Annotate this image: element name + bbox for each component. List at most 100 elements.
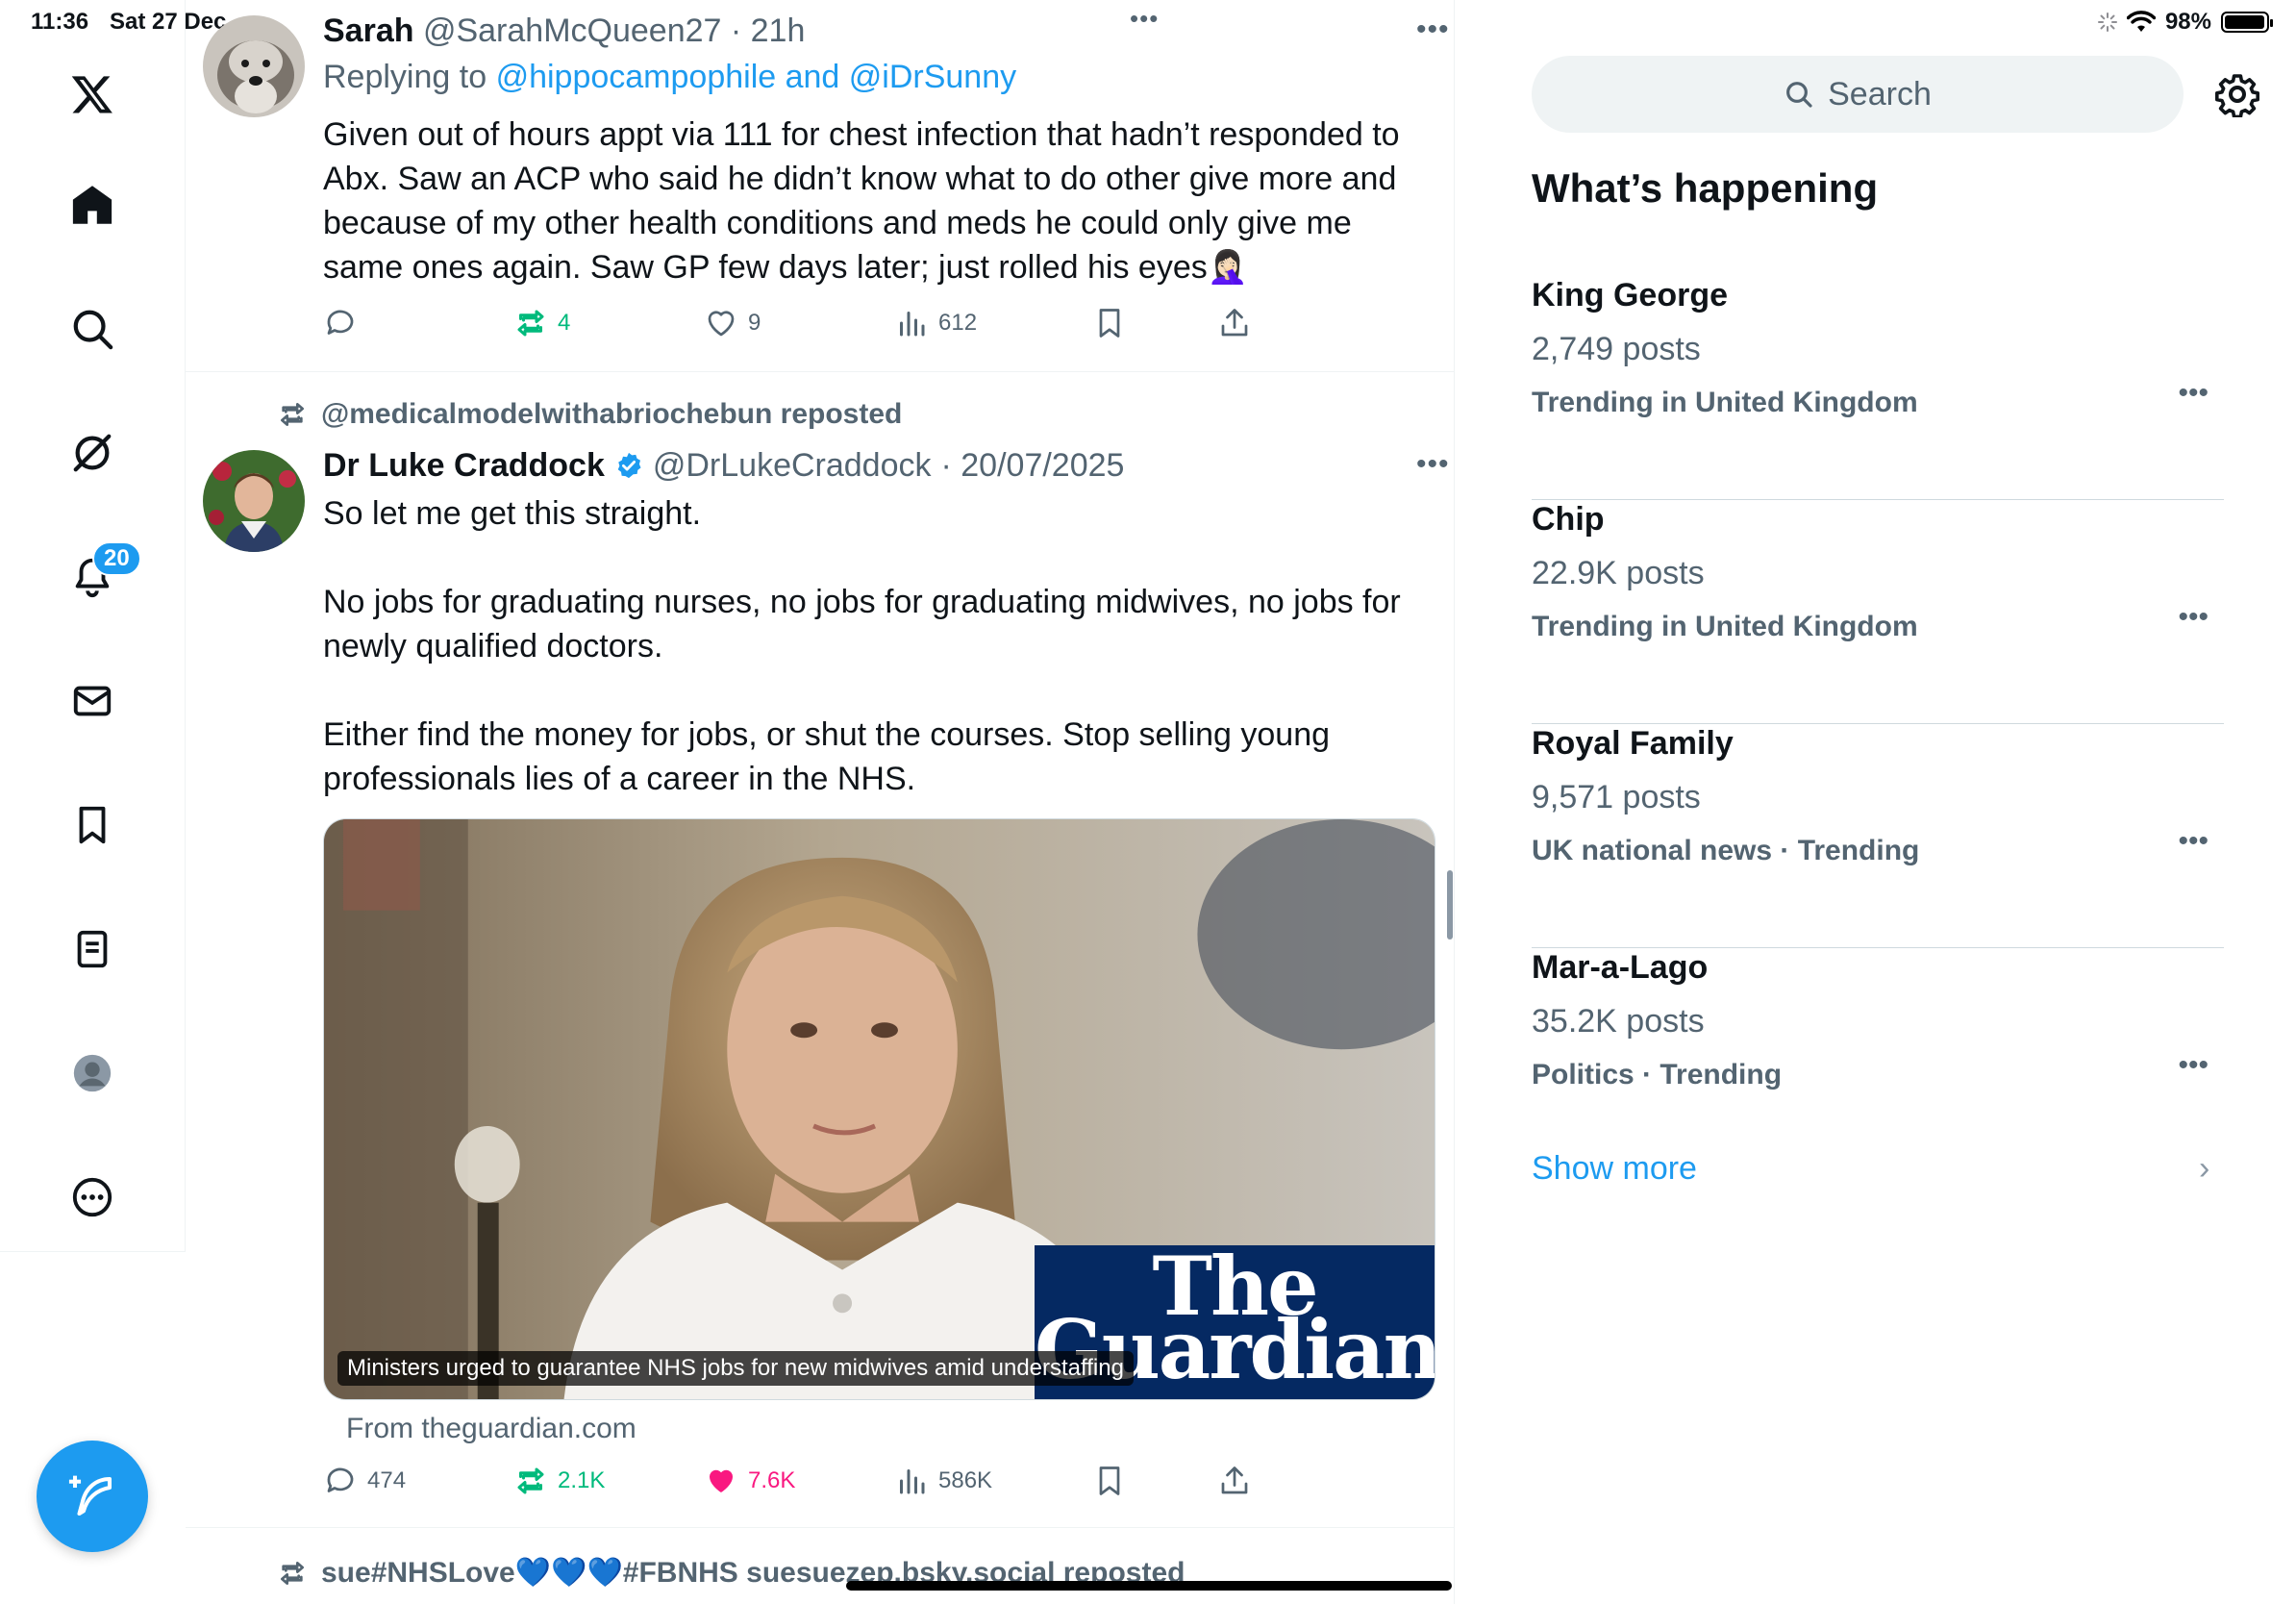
compose-feather-icon xyxy=(68,1475,112,1516)
like-count: 9 xyxy=(748,310,761,336)
trend-context: Trending in United Kingdom xyxy=(1532,611,1918,642)
card-headline: Ministers urged to guarantee NHS jobs fo… xyxy=(337,1351,1134,1386)
x-logo-icon[interactable] xyxy=(62,63,123,125)
replying-to-line: Replying to @hippocampophile and @iDrSun… xyxy=(323,56,1016,98)
repost-icon xyxy=(517,1467,544,1494)
views-chart-icon xyxy=(900,312,925,337)
bookmark-button[interactable] xyxy=(1092,1464,1127,1498)
trend-context: Trending in United Kingdom xyxy=(1532,387,1918,418)
repost-count: 2.1K xyxy=(558,1467,606,1493)
like-button[interactable]: 9 xyxy=(704,306,761,340)
reposted-by-text[interactable]: @medicalmodelwithabriochebun reposted xyxy=(321,398,902,431)
views-button[interactable]: 586K xyxy=(894,1464,992,1498)
like-button[interactable]: 7.6K xyxy=(704,1464,795,1498)
timeline-feed: ••• Sarah @SarahMcQueen27 · 21h ••• Repl… xyxy=(186,0,1455,1604)
trend-more-menu[interactable]: ••• xyxy=(2178,825,2209,858)
grok-icon[interactable] xyxy=(62,422,123,484)
author-name[interactable]: Sarah xyxy=(323,13,414,49)
bookmark-icon xyxy=(1099,309,1120,338)
tweet-more-menu[interactable]: ••• xyxy=(1416,448,1450,481)
home-indicator[interactable] xyxy=(846,1581,1452,1591)
trend-item[interactable]: King George 2,749 posts Trending in Unit… xyxy=(1532,277,2224,500)
search-placeholder: Search xyxy=(1828,75,1932,113)
tweet-divider xyxy=(186,371,1455,372)
show-more-link[interactable]: Show more xyxy=(1532,1150,1697,1188)
share-button[interactable] xyxy=(1217,1464,1252,1498)
trend-name: Royal Family xyxy=(1532,725,1734,762)
tweet-body: Given out of hours appt via 111 for ches… xyxy=(323,116,1400,286)
bookmarks-icon[interactable] xyxy=(62,794,123,856)
feed-scrollbar[interactable] xyxy=(1447,870,1453,940)
envelope-svg xyxy=(73,686,112,716)
search-icon xyxy=(1786,82,1812,108)
tweet-divider xyxy=(186,1527,1455,1528)
trend-more-menu[interactable]: ••• xyxy=(2178,1049,2209,1082)
dog-avatar-image xyxy=(203,15,305,117)
author-handle[interactable]: @DrLukeCraddock xyxy=(653,444,932,487)
trend-item[interactable]: Mar-a-Lago 35.2K posts Politics · Trendi… xyxy=(1532,949,2224,1172)
views-button[interactable]: 612 xyxy=(894,306,977,340)
share-icon xyxy=(1221,309,1248,337)
trend-post-count: 22.9K posts xyxy=(1532,555,1705,591)
trend-more-menu[interactable]: ••• xyxy=(2178,377,2209,410)
x-logo-svg xyxy=(71,76,112,113)
trend-item[interactable]: Chip 22.9K posts Trending in United King… xyxy=(1532,501,2224,724)
replying-to-handles[interactable]: @hippocampophile and @iDrSunny xyxy=(496,59,1017,95)
tweet-body: So let me get this straight. No jobs for… xyxy=(323,495,1401,797)
profile-avatar-icon[interactable] xyxy=(62,1042,123,1104)
trend-item[interactable]: Royal Family 9,571 posts UK national new… xyxy=(1532,725,2224,948)
reply-button[interactable] xyxy=(323,306,367,340)
trend-name: King George xyxy=(1532,277,1729,313)
search-icon[interactable] xyxy=(62,298,123,360)
trend-context: UK national news · Trending xyxy=(1532,835,1920,866)
replying-to-label: Replying to xyxy=(323,59,487,95)
tweet-time[interactable]: · 21h xyxy=(731,13,806,49)
top-overflow-menu[interactable]: ••• xyxy=(1130,4,1159,34)
share-button[interactable] xyxy=(1217,306,1252,340)
person-avatar-image xyxy=(203,450,305,552)
search-input[interactable]: Search xyxy=(1532,56,2184,133)
avatar-sarah[interactable] xyxy=(203,15,305,117)
trend-name: Mar-a-Lago xyxy=(1532,949,1709,986)
link-card-guardian[interactable]: The Guardian Ministers urged to guarante… xyxy=(323,818,1435,1400)
home-icon[interactable] xyxy=(62,174,123,236)
home-svg xyxy=(72,186,112,224)
chevron-right-icon: › xyxy=(2199,1150,2210,1187)
bookmark-nav-svg xyxy=(79,806,106,844)
lists-svg xyxy=(77,930,108,968)
tweet-header-luke: Dr Luke Craddock @DrLukeCraddock · 20/07… xyxy=(323,444,1124,487)
repost-button[interactable]: 2.1K xyxy=(513,1464,605,1498)
heart-outline-icon xyxy=(708,311,735,337)
share-icon xyxy=(1221,1466,1248,1494)
grok-svg xyxy=(73,434,112,472)
heart-filled-icon xyxy=(710,1469,733,1492)
author-name[interactable]: Dr Luke Craddock xyxy=(323,444,605,487)
compose-post-button[interactable] xyxy=(37,1441,148,1552)
trend-more-menu[interactable]: ••• xyxy=(2178,601,2209,634)
author-handle[interactable]: @SarahMcQueen27 xyxy=(423,13,721,49)
trend-post-count: 35.2K posts xyxy=(1532,1003,1705,1040)
settings-gear-icon[interactable] xyxy=(2214,71,2260,117)
profile-svg xyxy=(73,1054,112,1092)
view-count: 612 xyxy=(938,310,978,336)
repost-small-icon xyxy=(281,1561,304,1585)
left-navigation: 20 xyxy=(0,0,186,1252)
tweet-more-menu[interactable]: ••• xyxy=(1416,13,1450,46)
lists-icon[interactable] xyxy=(62,918,123,980)
reply-count: 474 xyxy=(367,1467,407,1493)
card-source-domain[interactable]: From theguardian.com xyxy=(346,1413,636,1445)
bookmark-button[interactable] xyxy=(1092,306,1127,340)
reply-icon xyxy=(327,310,354,335)
avatar-luke-craddock[interactable] xyxy=(203,450,305,552)
trend-post-count: 9,571 posts xyxy=(1532,779,1701,815)
tweet-actions: 4 9 612 xyxy=(323,306,1285,344)
more-options-icon[interactable] xyxy=(62,1166,123,1228)
trend-context: Politics · Trending xyxy=(1532,1059,1783,1090)
messages-envelope-icon[interactable] xyxy=(62,670,123,732)
right-sidebar: Search What’s happening King George 2,74… xyxy=(1455,0,2296,1604)
tweet-time[interactable]: · 20/07/2025 xyxy=(941,444,1125,487)
verified-badge-icon xyxy=(617,452,641,479)
repost-button[interactable]: 4 xyxy=(513,306,570,340)
trend-post-count: 2,749 posts xyxy=(1532,331,1701,367)
reply-button[interactable]: 474 xyxy=(323,1464,406,1498)
